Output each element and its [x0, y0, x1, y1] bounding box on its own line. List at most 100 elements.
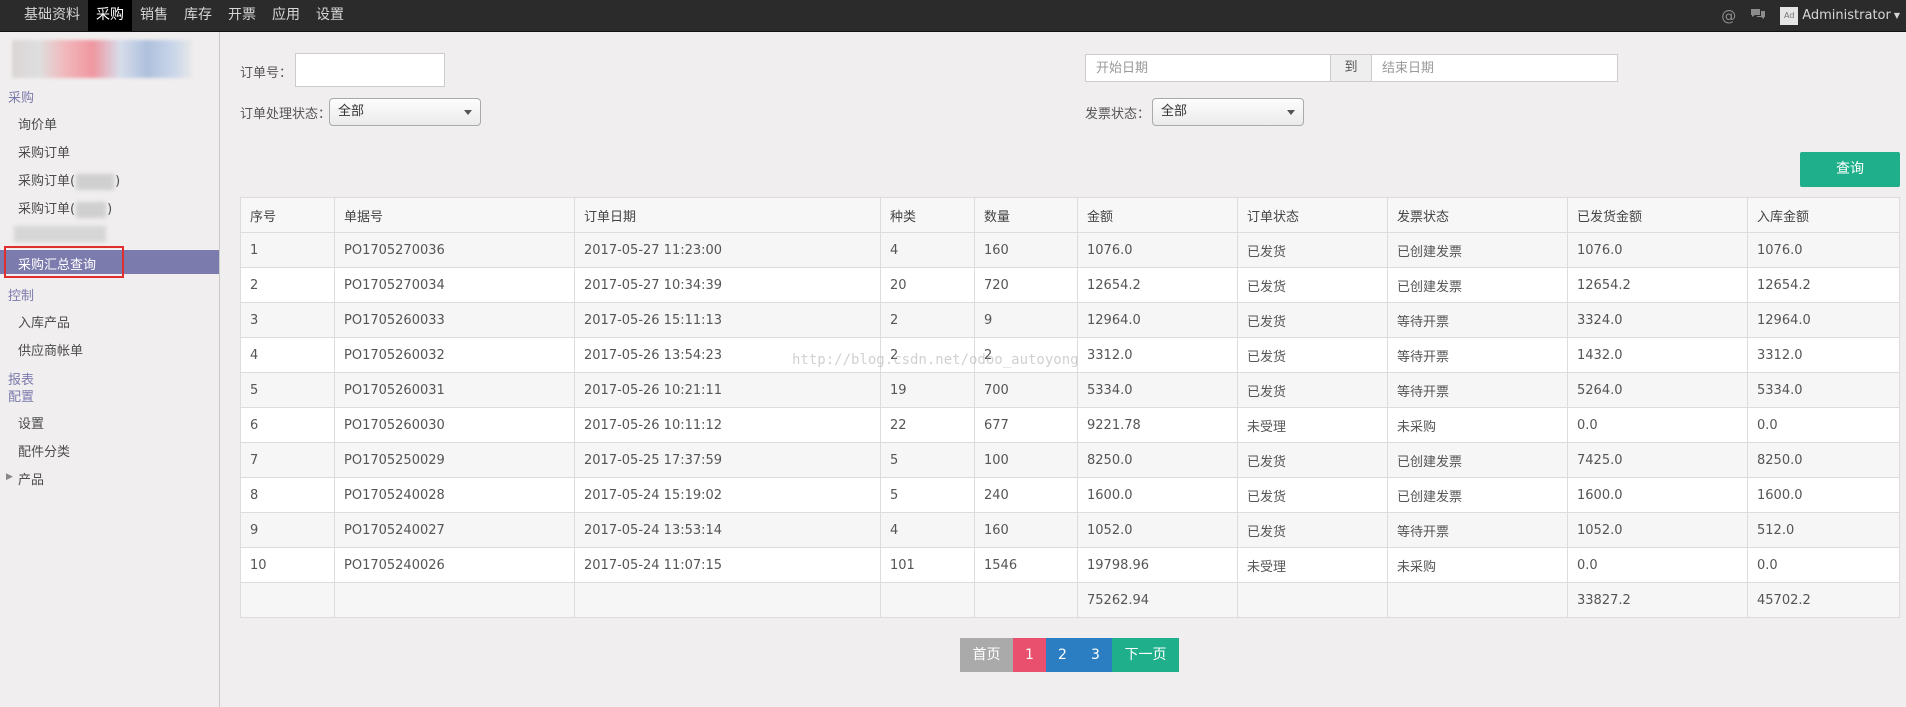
table-cell: 2017-05-26 15:11:13 [574, 302, 881, 338]
menu-basic-data[interactable]: 基础资料 [16, 0, 88, 31]
highlight-annotation [4, 246, 124, 278]
table-cell: 2017-05-24 13:53:14 [574, 512, 881, 548]
table-row[interactable]: 10 PO1705240026 2017-05-24 11:07:15 101 1546… [240, 547, 1900, 583]
sidebar-item-purchase-order-3[interactable]: 采购订单() [18, 198, 112, 218]
total-cell: 33827.2 [1567, 582, 1748, 618]
page-1-button[interactable]: 1 [1013, 638, 1046, 672]
table-cell: 12964.0 [1077, 302, 1238, 338]
table-row[interactable]: 4 PO1705260032 2017-05-26 13:54:23 2 2 3312.0… [240, 337, 1900, 373]
user-avatar[interactable]: Ad [1780, 6, 1799, 25]
menu-sales[interactable]: 销售 [132, 0, 176, 31]
chat-icon[interactable] [1750, 7, 1766, 25]
start-date-input[interactable] [1085, 54, 1331, 82]
total-cell [880, 582, 975, 618]
sidebar-section-config[interactable]: 配置 [8, 386, 34, 405]
table-cell: 5 [880, 477, 975, 513]
total-cell: 45702.2 [1747, 582, 1900, 618]
end-date-input[interactable] [1371, 54, 1618, 82]
table-cell: 2017-05-27 10:34:39 [574, 267, 881, 303]
table-row[interactable]: 9 PO1705240027 2017-05-24 13:53:14 4 160 1052… [240, 512, 1900, 548]
first-page-button[interactable]: 首页 [960, 638, 1013, 672]
sidebar-item-inquiry[interactable]: 询价单 [18, 114, 57, 133]
column-header: 已发货金额 [1567, 197, 1748, 233]
table-cell: 12654.2 [1747, 267, 1900, 303]
table-cell: 等待开票 [1387, 512, 1568, 548]
caret-right-icon[interactable]: ▶ [6, 472, 13, 482]
table-cell: 19798.96 [1077, 547, 1238, 583]
sidebar-item-parts-category[interactable]: 配件分类 [18, 441, 70, 460]
table-cell: 5334.0 [1747, 372, 1900, 408]
table-cell: 1432.0 [1567, 337, 1748, 373]
sidebar-item-inbound-products[interactable]: 入库产品 [18, 312, 70, 331]
menu-invoicing[interactable]: 开票 [220, 0, 264, 31]
table-cell: 22 [880, 407, 975, 443]
table-cell: 已发货 [1237, 267, 1388, 303]
sidebar-item-purchase-order-2[interactable]: 采购订单() [18, 170, 120, 190]
table-cell: 101 [880, 547, 975, 583]
table-cell: 2 [880, 337, 975, 373]
menu-inventory[interactable]: 库存 [176, 0, 220, 31]
sidebar-item-label: ) [107, 202, 113, 217]
at-icon[interactable]: @ [1721, 7, 1736, 25]
table-row[interactable]: 8 PO1705240028 2017-05-24 15:19:02 5 240 1600… [240, 477, 1900, 513]
column-header: 数量 [974, 197, 1078, 233]
table-cell: 0.0 [1567, 407, 1748, 443]
table-row[interactable]: 2 PO1705270034 2017-05-27 10:34:39 20 720 126… [240, 267, 1900, 303]
table-cell: 1076.0 [1567, 232, 1748, 268]
table-row[interactable]: 1 PO1705270036 2017-05-27 11:23:00 4 160 1076… [240, 232, 1900, 268]
table-cell: 1052.0 [1077, 512, 1238, 548]
table-row[interactable]: 7 PO1705250029 2017-05-25 17:37:59 5 100 8250… [240, 442, 1900, 478]
table-cell: 0.0 [1567, 547, 1748, 583]
menu-settings[interactable]: 设置 [308, 0, 352, 31]
column-header: 订单状态 [1237, 197, 1388, 233]
table-cell: 3312.0 [1747, 337, 1900, 373]
date-range-separator: 到 [1331, 54, 1371, 82]
table-cell: 100 [974, 442, 1078, 478]
table-row[interactable]: 3 PO1705260033 2017-05-26 15:11:13 2 9 12964.… [240, 302, 1900, 338]
table-row[interactable]: 5 PO1705260031 2017-05-26 10:21:11 19 700 533… [240, 372, 1900, 408]
chevron-down-icon [464, 110, 472, 115]
next-page-button[interactable]: 下一页 [1112, 638, 1179, 672]
table-cell: 2017-05-27 11:23:00 [574, 232, 881, 268]
caret-down-icon[interactable]: ▼ [1894, 11, 1900, 20]
sidebar-section-control[interactable]: 控制 [8, 285, 34, 304]
table-cell: 已创建发票 [1387, 477, 1568, 513]
user-menu[interactable]: Administrator [1802, 8, 1891, 23]
table-cell: 20 [880, 267, 975, 303]
sidebar-section-purchase[interactable]: 采购 [8, 87, 34, 106]
menu-purchase[interactable]: 采购 [88, 0, 132, 31]
order-status-label: 订单处理状态： [240, 107, 332, 122]
order-status-select[interactable]: 全部 [329, 98, 481, 126]
table-cell: PO1705260031 [334, 372, 575, 408]
page-2-button[interactable]: 2 [1046, 638, 1079, 672]
total-cell [974, 582, 1078, 618]
query-button[interactable]: 查询 [1800, 152, 1900, 187]
table-cell: 2017-05-26 13:54:23 [574, 337, 881, 373]
order-no-input[interactable] [295, 53, 445, 87]
table-row[interactable]: 6 PO1705260030 2017-05-26 10:11:12 22 677 922… [240, 407, 1900, 443]
sidebar-item-supplier-bills[interactable]: 供应商帐单 [18, 340, 83, 359]
sidebar-item-product[interactable]: 产品 [18, 469, 44, 488]
total-cell [240, 582, 335, 618]
table-cell: 9 [974, 302, 1078, 338]
table-cell: 1076.0 [1747, 232, 1900, 268]
top-menu: 基础资料 采购 销售 库存 开票 应用 设置 [16, 0, 352, 31]
table-cell: 19 [880, 372, 975, 408]
table-cell: 2 [880, 302, 975, 338]
table-cell: 512.0 [1747, 512, 1900, 548]
table-cell: 已发货 [1237, 372, 1388, 408]
column-header: 入库金额 [1747, 197, 1900, 233]
menu-apps[interactable]: 应用 [264, 0, 308, 31]
table-cell: 5 [240, 372, 335, 408]
table-cell: 10 [240, 547, 335, 583]
sidebar-item-settings[interactable]: 设置 [18, 413, 44, 432]
table-cell: 4 [240, 337, 335, 373]
table-cell: 3324.0 [1567, 302, 1748, 338]
table-cell: 1546 [974, 547, 1078, 583]
table-cell: 12964.0 [1747, 302, 1900, 338]
table-cell: 7 [240, 442, 335, 478]
table-cell: 240 [974, 477, 1078, 513]
sidebar-item-purchase-order[interactable]: 采购订单 [18, 142, 70, 161]
invoice-status-select[interactable]: 全部 [1152, 98, 1304, 126]
page-3-button[interactable]: 3 [1079, 638, 1112, 672]
